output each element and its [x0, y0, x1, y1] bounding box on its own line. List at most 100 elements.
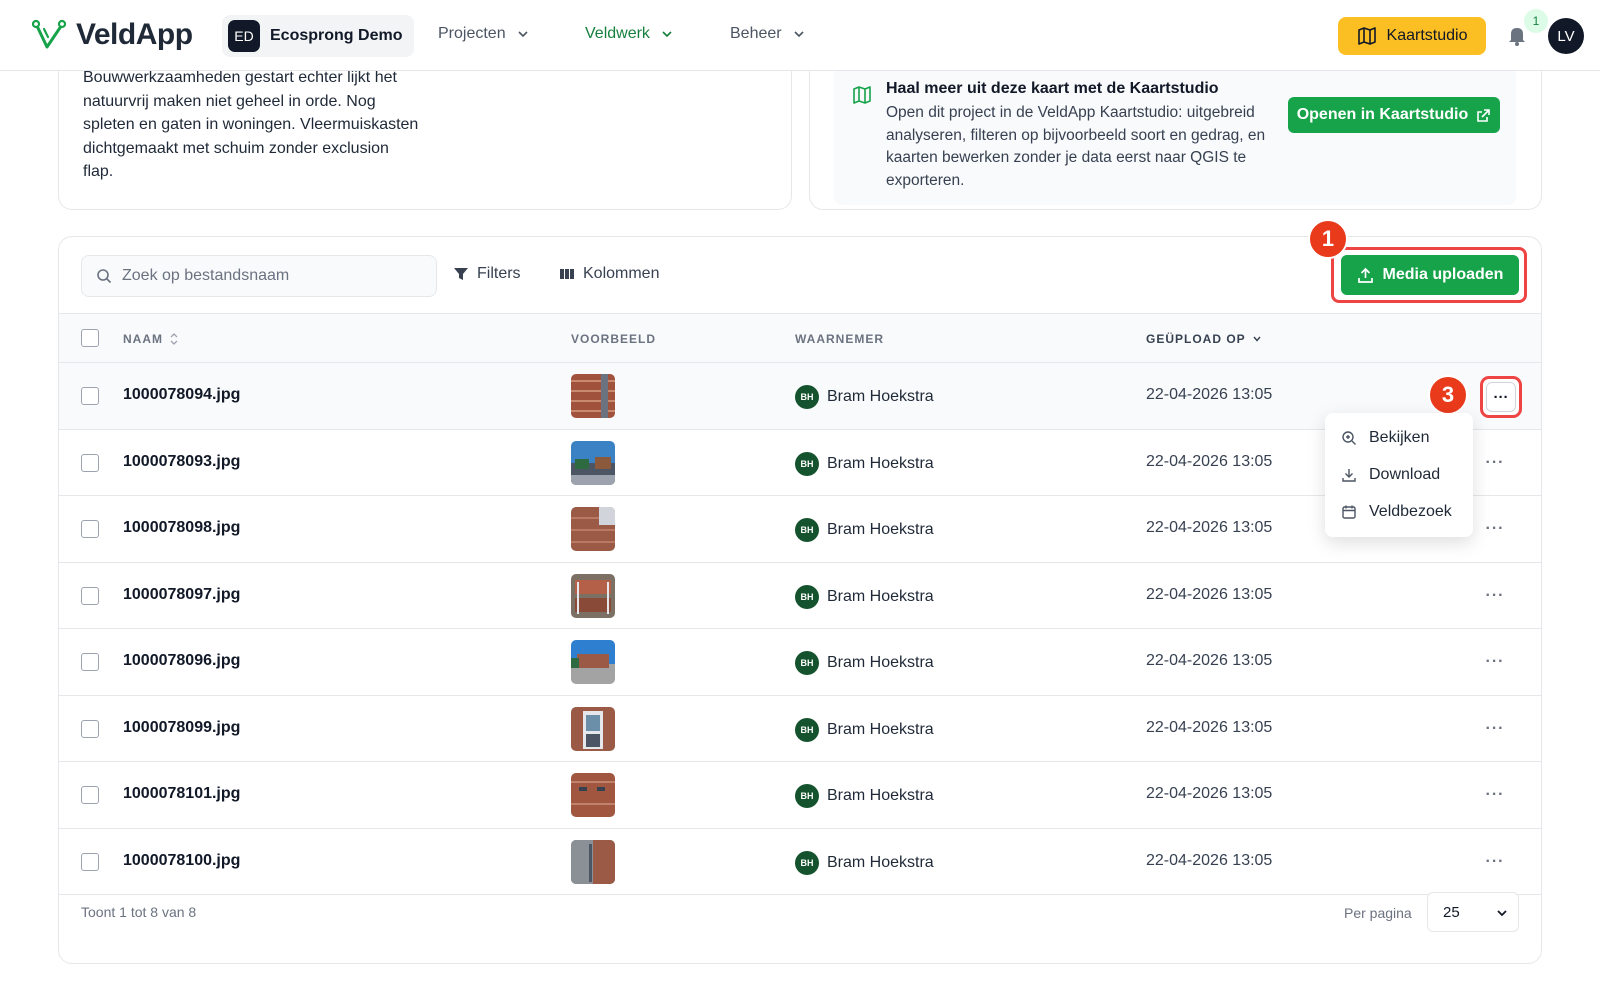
- app-logo[interactable]: VeldApp: [32, 18, 193, 52]
- nav-beheer[interactable]: Beheer: [730, 25, 806, 43]
- preview-thumbnail[interactable]: [571, 839, 615, 884]
- search-icon: [97, 269, 112, 284]
- kaartstudio-promo-title: Haal meer uit deze kaart met de Kaartstu…: [886, 80, 1219, 97]
- row-checkbox[interactable]: [81, 653, 99, 671]
- more-horizontal-icon[interactable]: ···: [1481, 585, 1509, 607]
- table-header: NAAM VOORBEELD WAARNEMER GEÜPLOAD OP: [59, 313, 1541, 363]
- file-name[interactable]: 1000078099.jpg: [123, 719, 240, 737]
- more-horizontal-icon[interactable]: ···: [1481, 651, 1509, 673]
- veldapp-logo-icon: [32, 19, 66, 49]
- more-horizontal-icon[interactable]: ···: [1481, 851, 1509, 873]
- select-all-checkbox[interactable]: [81, 329, 99, 347]
- menu-item-label: Veldbezoek: [1369, 502, 1452, 520]
- menu-item-label: Download: [1369, 465, 1441, 483]
- thumbnail-image: [571, 773, 615, 817]
- more-horizontal-icon[interactable]: ···: [1481, 718, 1509, 740]
- row-checkbox[interactable]: [81, 520, 99, 538]
- preview-thumbnail[interactable]: [571, 573, 615, 618]
- table-row[interactable]: 1000078093.jpg BH Bram Hoekstra 22-04-20…: [59, 430, 1541, 496]
- search-field[interactable]: [81, 255, 437, 297]
- external-link-icon: [1477, 108, 1491, 122]
- more-horizontal-icon: ···: [1486, 382, 1516, 412]
- observer: BH Bram Hoekstra: [795, 651, 934, 675]
- columns-icon: [560, 269, 574, 279]
- row-checkbox[interactable]: [81, 586, 99, 605]
- upload-date: 22-04-2026 13:05: [1146, 785, 1273, 802]
- column-header-name[interactable]: NAAM: [123, 332, 179, 346]
- file-name[interactable]: 1000078098.jpg: [123, 519, 240, 537]
- nav-veldwerk[interactable]: Veldwerk: [585, 25, 674, 43]
- organization-switcher[interactable]: ED Ecosprong Demo: [222, 15, 415, 57]
- more-horizontal-icon[interactable]: ···: [1481, 518, 1509, 540]
- row-checkbox[interactable]: [81, 453, 99, 472]
- observer-avatar: BH: [795, 584, 819, 609]
- preview-thumbnail[interactable]: [571, 374, 615, 418]
- media-upload-button[interactable]: Media uploaden: [1341, 255, 1519, 295]
- chevron-down-icon: [1497, 910, 1507, 917]
- open-in-kaartstudio-button[interactable]: Openen in Kaartstudio: [1288, 97, 1500, 133]
- file-name[interactable]: 1000078101.jpg: [123, 785, 240, 803]
- org-badge: ED: [228, 20, 260, 52]
- preview-thumbnail[interactable]: [571, 706, 615, 751]
- per-page-value: 25: [1443, 903, 1460, 921]
- table-row[interactable]: 1000078098.jpg BH Bram Hoekstra 22-04-20…: [59, 496, 1541, 563]
- thumbnail-image: [571, 706, 615, 751]
- observer: BH Bram Hoekstra: [795, 518, 934, 542]
- table-row[interactable]: 1000078096.jpg BH Bram Hoekstra 22-04-20…: [59, 629, 1541, 696]
- per-page-select[interactable]: 25: [1427, 892, 1519, 932]
- observer-avatar: BH: [795, 717, 819, 742]
- search-input[interactable]: [122, 267, 402, 285]
- table-row[interactable]: 1000078099.jpg BH Bram Hoekstra 22-04-20…: [59, 696, 1541, 762]
- zoom-in-icon: [1342, 430, 1356, 445]
- thumbnail-image: [571, 440, 615, 485]
- preview-thumbnail[interactable]: [571, 640, 615, 684]
- file-name[interactable]: 1000078096.jpg: [123, 652, 240, 670]
- calendar-icon: [1342, 505, 1356, 519]
- table-row[interactable]: 1000078097.jpg BH Bram Hoekstra 22-04-20…: [59, 563, 1541, 629]
- file-name[interactable]: 1000078097.jpg: [123, 586, 240, 604]
- column-header-label: NAAM: [123, 332, 163, 346]
- file-name[interactable]: 1000078100.jpg: [123, 852, 240, 870]
- row-actions-button-active[interactable]: ···: [1480, 376, 1522, 418]
- column-header-uploaded[interactable]: GEÜPLOAD OP: [1146, 332, 1262, 346]
- column-header-label: GEÜPLOAD OP: [1146, 332, 1246, 346]
- table-row[interactable]: 1000078100.jpg BH Bram Hoekstra 22-04-20…: [59, 829, 1541, 895]
- observer-name: Bram Hoekstra: [827, 454, 934, 472]
- file-name[interactable]: 1000078093.jpg: [123, 453, 240, 471]
- menu-item-veldbezoek[interactable]: Veldbezoek: [1325, 493, 1473, 530]
- row-checkbox[interactable]: [81, 786, 99, 804]
- kaartstudio-promo-text: Open dit project in de VeldApp Kaartstud…: [886, 104, 1266, 189]
- filter-icon: [454, 268, 468, 280]
- observer: BH Bram Hoekstra: [795, 784, 934, 808]
- more-horizontal-icon[interactable]: ···: [1481, 784, 1509, 806]
- nav-label: Veldwerk: [585, 25, 650, 42]
- menu-item-bekijken[interactable]: Bekijken: [1325, 419, 1473, 456]
- row-checkbox[interactable]: [81, 719, 99, 738]
- observer: BH Bram Hoekstra: [795, 850, 934, 875]
- media-table-card: Filters Kolommen Media uploaden 1 NAAM V…: [58, 219, 1542, 964]
- table-row[interactable]: 1000078101.jpg BH Bram Hoekstra 22-04-20…: [59, 762, 1541, 829]
- preview-thumbnail[interactable]: [571, 440, 615, 485]
- user-avatar[interactable]: LV: [1548, 18, 1584, 54]
- open-in-kaartstudio-label: Openen in Kaartstudio: [1296, 106, 1469, 123]
- table-row[interactable]: 1000078094.jpg BH Bram Hoekstra 22-04-20…: [59, 363, 1541, 430]
- nav-projecten[interactable]: Projecten: [438, 25, 530, 43]
- observer-name: Bram Hoekstra: [827, 654, 934, 671]
- kaartstudio-button[interactable]: Kaartstudio: [1338, 17, 1486, 55]
- download-icon: [1342, 468, 1356, 482]
- filters-button[interactable]: Filters: [453, 265, 521, 283]
- observer-name: Bram Hoekstra: [827, 720, 934, 738]
- columns-button[interactable]: Kolommen: [559, 265, 659, 283]
- file-name[interactable]: 1000078094.jpg: [123, 386, 240, 404]
- thumbnail-image: [571, 640, 615, 684]
- menu-item-download[interactable]: Download: [1325, 456, 1473, 493]
- chevron-down-icon: [794, 31, 804, 38]
- more-horizontal-icon[interactable]: ···: [1481, 452, 1509, 474]
- upload-date: 22-04-2026 13:05: [1146, 519, 1273, 536]
- menu-item-label: Bekijken: [1369, 428, 1430, 446]
- preview-thumbnail[interactable]: [571, 773, 615, 817]
- row-checkbox[interactable]: [81, 387, 99, 405]
- upload-date: 22-04-2026 13:05: [1146, 718, 1273, 736]
- preview-thumbnail[interactable]: [571, 507, 615, 551]
- row-checkbox[interactable]: [81, 852, 99, 871]
